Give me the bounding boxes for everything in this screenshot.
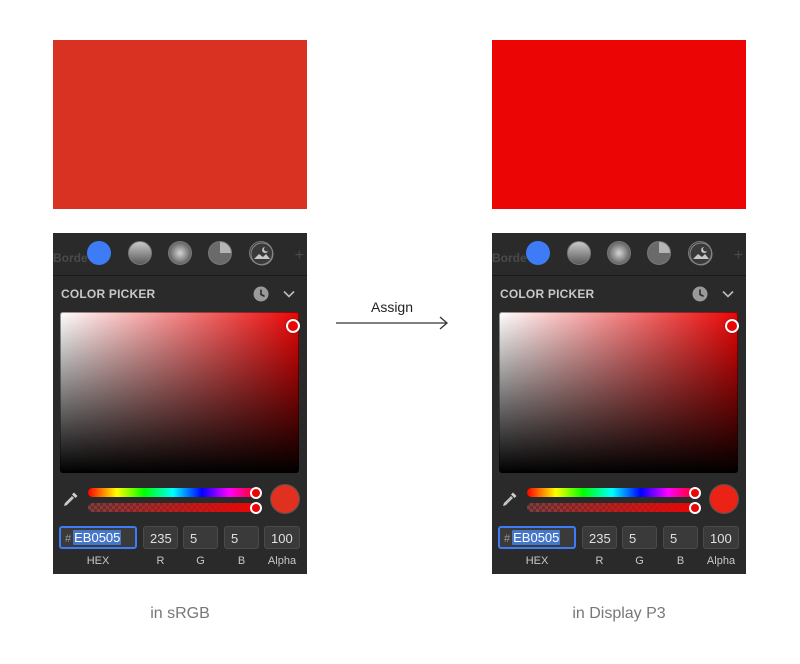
alpha-label: Alpha [706,555,736,567]
history-icon[interactable] [692,286,708,302]
color-preview-swatch [271,485,299,513]
green-input[interactable]: 5 [183,526,218,549]
color-picker-panel-p3: Borde + COLOR PICKER # EB0505 235 5 5 100… [492,233,746,574]
hue-slider[interactable] [88,488,258,497]
eyedropper-icon[interactable] [63,491,79,507]
blue-label: B [676,555,685,567]
chevron-down-icon[interactable] [282,287,296,301]
hex-label: HEX [525,555,549,567]
linear-gradient-icon[interactable] [567,241,591,265]
green-input[interactable]: 5 [622,526,657,549]
red-input[interactable]: 235 [143,526,178,549]
blue-input[interactable]: 5 [663,526,698,549]
alpha-slider[interactable] [527,503,697,512]
blue-input[interactable]: 5 [224,526,259,549]
red-label: R [595,555,604,567]
ghost-label: Borde [53,251,88,265]
alpha-slider-knob[interactable] [689,502,701,514]
green-label: G [196,555,205,567]
toolbar-divider [53,275,307,276]
chevron-down-icon[interactable] [721,287,735,301]
caption-p3: in Display P3 [572,605,666,622]
hex-prefix: # [65,533,72,545]
color-picker-panel-srgb: Borde + COLOR PICKER # EB0505 235 5 5 100… [53,233,307,574]
p3-color-swatch [492,40,746,209]
hue-slider[interactable] [527,488,697,497]
hex-value: EB0505 [73,530,122,545]
hex-input[interactable]: # EB0505 [498,526,576,549]
green-label: G [635,555,644,567]
hex-value: EB0505 [512,530,561,545]
hex-input[interactable]: # EB0505 [59,526,137,549]
image-fill-icon[interactable] [688,241,713,266]
alpha-slider-knob[interactable] [250,502,262,514]
section-title: COLOR PICKER [500,287,595,301]
solid-fill-icon[interactable] [526,241,550,265]
hex-prefix: # [504,533,511,545]
toolbar-divider [492,275,746,276]
right-arrow-icon [336,316,448,330]
section-title: COLOR PICKER [61,287,156,301]
hue-slider-knob[interactable] [689,487,701,499]
assign-arrow: Assign [336,296,452,336]
hue-slider-knob[interactable] [250,487,262,499]
alpha-input[interactable]: 100 [264,526,300,549]
caption-srgb: in sRGB [150,605,210,622]
history-icon[interactable] [253,286,269,302]
radial-gradient-icon[interactable] [168,241,192,265]
alpha-slider[interactable] [88,503,258,512]
eyedropper-icon[interactable] [502,491,518,507]
solid-fill-icon[interactable] [87,241,111,265]
alpha-label: Alpha [267,555,297,567]
ghost-plus-icon: + [294,247,304,264]
ghost-label: Borde [492,251,527,265]
image-fill-icon[interactable] [249,241,274,266]
linear-gradient-icon[interactable] [128,241,152,265]
red-label: R [156,555,165,567]
srgb-color-swatch [53,40,307,209]
saturation-brightness-knob[interactable] [725,319,739,333]
ghost-plus-icon: + [733,247,743,264]
alpha-input[interactable]: 100 [703,526,739,549]
radial-gradient-icon[interactable] [607,241,631,265]
saturation-brightness-knob[interactable] [286,319,300,333]
saturation-brightness-field[interactable] [499,312,738,473]
hex-label: HEX [86,555,110,567]
color-preview-swatch [710,485,738,513]
angular-gradient-icon[interactable] [208,241,232,265]
saturation-brightness-field[interactable] [60,312,299,473]
blue-label: B [237,555,246,567]
red-input[interactable]: 235 [582,526,617,549]
angular-gradient-icon[interactable] [647,241,671,265]
